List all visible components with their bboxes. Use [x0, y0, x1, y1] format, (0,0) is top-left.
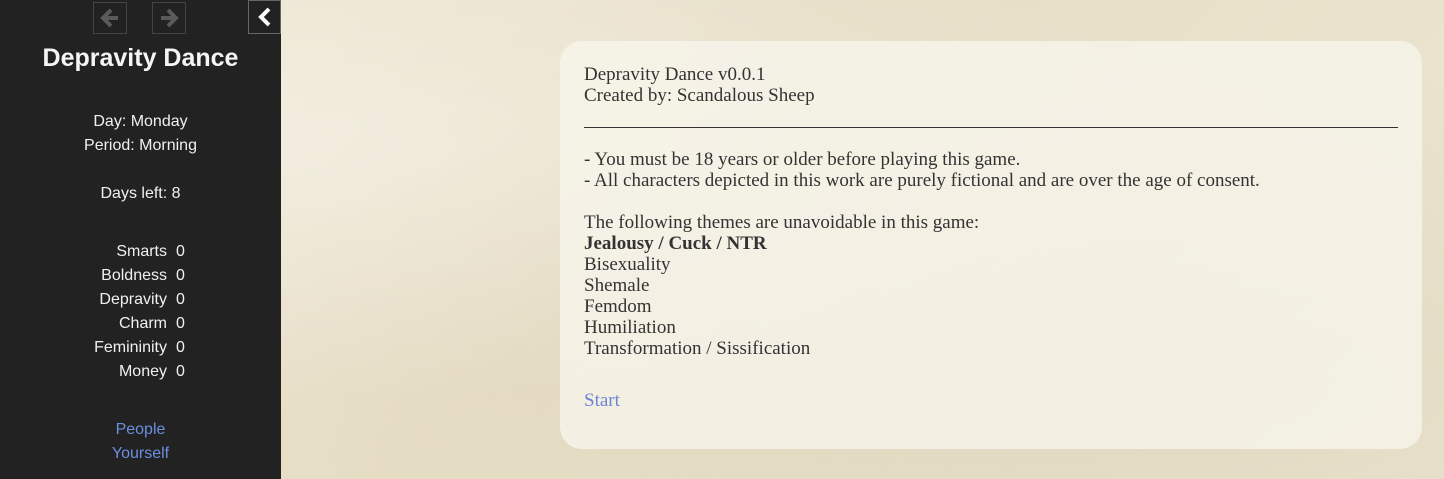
day-label: Day: Monday [93, 113, 188, 130]
story-title: Depravity Dance [42, 44, 239, 72]
arrow-right-icon [161, 8, 179, 28]
stat-row-smarts: Smarts 0 [0, 243, 281, 267]
stat-row-boldness: Boldness 0 [0, 267, 281, 291]
arrow-left-icon [100, 8, 118, 28]
stat-name: Boldness [101, 267, 167, 284]
theme-item-bold: Jealousy / Cuck / NTR [584, 233, 767, 254]
sidebar: Depravity Dance Day: Monday Period: Morn… [0, 0, 281, 479]
stat-name: Money [118, 363, 167, 380]
age-warning: - You must be 18 years or older before p… [584, 149, 1021, 170]
stat-name: Depravity [99, 291, 167, 308]
credit-text: Created by: Scandalous Sheep [584, 85, 815, 106]
chevron-left-icon [257, 7, 270, 27]
version-text: Depravity Dance v0.0.1 [584, 64, 766, 85]
stat-name: Femininity [94, 339, 167, 356]
stat-row-money: Money 0 [0, 363, 281, 387]
stat-row-femininity: Femininity 0 [0, 339, 281, 363]
people-link[interactable]: People [0, 421, 281, 439]
history-back-button[interactable] [93, 2, 127, 34]
stat-value: 0 [176, 363, 185, 380]
history-forward-button[interactable] [152, 2, 186, 34]
theme-item: Femdom [584, 296, 652, 317]
stat-row-charm: Charm 0 [0, 315, 281, 339]
yourself-link[interactable]: Yourself [0, 445, 281, 463]
stat-value: 0 [176, 243, 185, 260]
fiction-warning: - All characters depicted in this work a… [584, 170, 1260, 191]
stat-name: Charm [118, 315, 167, 332]
theme-item: Transformation / Sissification [584, 338, 811, 359]
theme-item: Shemale [584, 275, 650, 296]
passage-panel: Depravity Dance v0.0.1 Created by: Scand… [560, 41, 1422, 449]
period-label: Period: Morning [84, 137, 197, 154]
theme-item: Humiliation [584, 317, 676, 338]
stat-value: 0 [176, 339, 185, 356]
stat-value: 0 [176, 315, 185, 332]
divider [584, 127, 1398, 128]
stat-value: 0 [176, 291, 185, 308]
stat-row-depravity: Depravity 0 [0, 291, 281, 315]
theme-item: Bisexuality [584, 254, 671, 275]
stat-name: Smarts [116, 243, 167, 260]
days-left-label: Days left: 8 [100, 185, 181, 202]
start-link[interactable]: Start [584, 390, 620, 411]
stat-value: 0 [176, 267, 185, 284]
themes-intro: The following themes are unavoidable in … [584, 212, 980, 233]
sidebar-collapse-button[interactable] [248, 0, 281, 34]
